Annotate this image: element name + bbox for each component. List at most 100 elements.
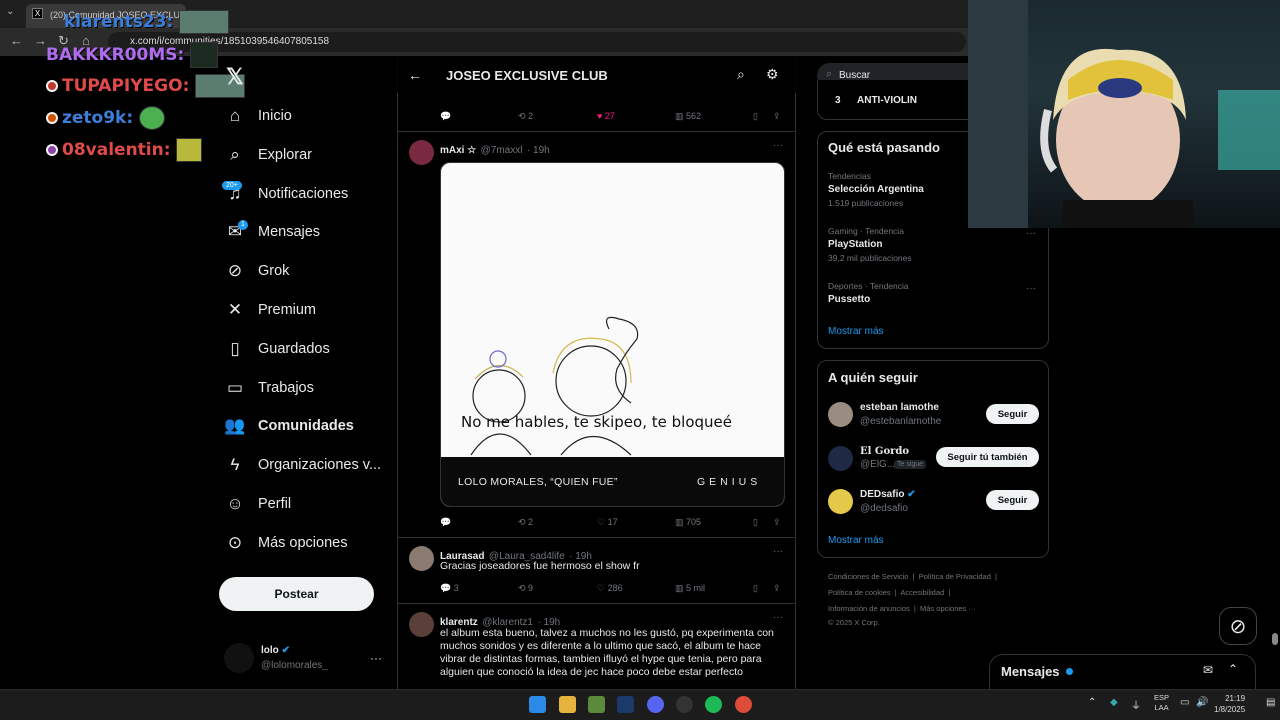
share-icon[interactable]: ⇪ xyxy=(773,583,781,594)
like-button[interactable]: ♡ 286 xyxy=(597,583,623,594)
back-arrow-icon[interactable]: ← xyxy=(408,67,422,83)
nav-notificaciones[interactable]: ♫ Notificaciones xyxy=(222,176,349,212)
like-button[interactable]: ♥ 27 xyxy=(597,111,615,121)
nav-inicio[interactable]: ⌂ Inicio xyxy=(222,98,292,134)
folder-icon[interactable] xyxy=(559,696,576,713)
chat-emote xyxy=(176,138,203,162)
trend-item[interactable]: Deportes · Tendencia Pussetto xyxy=(828,281,909,305)
reply-icon[interactable]: 💬 xyxy=(440,111,451,122)
ads-info-link[interactable]: Información de anuncios xyxy=(828,604,910,613)
reply-button[interactable]: 💬 3 xyxy=(440,583,459,594)
grok-floating-button[interactable]: ⊘ xyxy=(1219,607,1257,645)
language-indicator[interactable]: ESP LAA xyxy=(1154,693,1169,713)
expand-icon[interactable]: ⌃ xyxy=(1228,662,1238,676)
nav-mas-opciones[interactable]: ⊙ Más opciones xyxy=(222,525,348,561)
nav-explorar[interactable]: ⌕ Explorar xyxy=(222,137,312,173)
views-button[interactable]: ▥ 562 xyxy=(675,111,701,122)
obs-icon[interactable] xyxy=(676,696,693,713)
bookmark-icon[interactable]: ▯ xyxy=(753,517,758,528)
messages-drawer[interactable]: Mensajes ✉ ⌃ xyxy=(989,654,1256,689)
volume-icon[interactable]: 🔊 xyxy=(1196,697,1208,708)
follow-button[interactable]: Seguir xyxy=(986,404,1039,424)
nav-grok[interactable]: ⊘ Grok xyxy=(222,253,290,289)
cookies-link[interactable]: Política de cookies xyxy=(828,588,891,597)
top-item-label[interactable]: ANTI-VIOLIN xyxy=(857,95,917,106)
post-actions: 💬 3 ⟲ 9 ♡ 286 ▥ 5 mil ▯ ⇪ xyxy=(440,580,785,596)
retweet-button[interactable]: ⟲ 9 xyxy=(518,583,533,594)
trend-item[interactable]: Tendencias Selección Argentina 1.519 pub… xyxy=(828,171,924,208)
post-more-icon[interactable]: ··· xyxy=(773,140,783,151)
follow-button[interactable]: Seguir xyxy=(986,490,1039,510)
nav-guardados[interactable]: ▯ Guardados xyxy=(222,331,329,367)
microphone-icon[interactable]: ⏚ xyxy=(1131,697,1141,712)
trend-more-icon[interactable]: ··· xyxy=(1026,228,1036,239)
avatar[interactable] xyxy=(828,489,853,514)
post-author[interactable]: mAxi ☆ xyxy=(440,145,476,156)
retweet-button[interactable]: ⟲ 2 xyxy=(518,111,533,122)
account-avatar[interactable] xyxy=(224,643,254,673)
more-options-link[interactable]: Más opciones ··· xyxy=(920,604,976,613)
tab-list-icon[interactable]: ⌄ xyxy=(6,6,14,17)
post-button[interactable]: Postear xyxy=(219,577,374,611)
nav-trabajos[interactable]: ▭ Trabajos xyxy=(222,370,314,406)
x-logo-icon[interactable]: 𝕏 xyxy=(226,64,244,90)
views-button[interactable]: ▥ 5 mil xyxy=(675,583,705,594)
trend-more-icon[interactable]: ··· xyxy=(1026,283,1036,294)
back-icon[interactable]: ← xyxy=(10,33,23,48)
views-button[interactable]: ▥ 705 xyxy=(675,517,701,528)
like-count: 17 xyxy=(607,516,618,527)
network-icon[interactable]: ▭ xyxy=(1180,697,1189,708)
chrome-icon[interactable] xyxy=(735,696,752,713)
spotify-icon[interactable] xyxy=(705,696,722,713)
app-icon[interactable] xyxy=(588,696,605,713)
notifications-icon[interactable]: ▤ xyxy=(1266,697,1275,708)
reply-icon[interactable]: 💬 xyxy=(440,517,451,528)
search-icon[interactable]: ⌕ xyxy=(737,66,745,83)
share-icon[interactable]: ⇪ xyxy=(773,517,781,528)
nav-premium[interactable]: ✕ Premium xyxy=(222,292,316,328)
post-more-icon[interactable]: ··· xyxy=(773,612,783,623)
nav-perfil[interactable]: ☺ Perfil xyxy=(222,486,291,522)
follow-name[interactable]: El Gordo xyxy=(860,446,909,457)
follow-name[interactable]: esteban lamothe xyxy=(860,402,939,413)
url-input[interactable]: x.com/i/communities/1851039546407805158 xyxy=(108,32,966,52)
chat-emote xyxy=(190,42,219,68)
nav-organizaciones[interactable]: ϟ Organizaciones v... xyxy=(222,447,382,483)
follow-back-button[interactable]: Seguir tú también xyxy=(936,447,1039,467)
privacy-link[interactable]: Política de Privacidad xyxy=(919,572,991,581)
share-icon[interactable]: ⇪ xyxy=(773,111,781,122)
steam-icon[interactable] xyxy=(617,696,634,713)
post-more-icon[interactable]: ··· xyxy=(773,546,783,557)
start-icon[interactable] xyxy=(529,696,546,713)
chat-user: TUPAPIYEGO: xyxy=(62,76,190,96)
clock[interactable]: 21:19 1/8/2025 xyxy=(1214,693,1245,715)
terms-link[interactable]: Condiciones de Servicio xyxy=(828,572,908,581)
avatar[interactable] xyxy=(409,140,434,165)
discord-icon[interactable] xyxy=(647,696,664,713)
like-button[interactable]: ♡ 17 xyxy=(597,517,618,528)
retweet-button[interactable]: ⟲ 2 xyxy=(518,517,533,528)
bookmark-icon[interactable]: ▯ xyxy=(753,111,758,122)
follow-name[interactable]: DEDsafio ✔ xyxy=(860,489,916,500)
show-more-trends-link[interactable]: Mostrar más xyxy=(828,326,884,337)
new-message-icon[interactable]: ✉ xyxy=(1203,663,1213,677)
media-card[interactable]: No me hables, te skipeo, te bloqueé LOLO… xyxy=(440,162,785,507)
tray-expand-icon[interactable]: ⌃ xyxy=(1088,697,1096,708)
account-more-icon[interactable]: ··· xyxy=(370,651,382,665)
avatar[interactable] xyxy=(828,402,853,427)
trend-item[interactable]: Gaming · Tendencia PlayStation 39,2 mil … xyxy=(828,226,912,263)
nav-comunidades[interactable]: 👥 Comunidades xyxy=(222,408,353,444)
tray-app-icon[interactable]: ◆ xyxy=(1110,697,1118,708)
nav-mensajes[interactable]: ✉ Mensajes xyxy=(222,214,320,250)
settings-gear-icon[interactable]: ⚙ xyxy=(766,66,779,83)
scrollbar-thumb[interactable] xyxy=(1272,633,1278,645)
retweet-count: 9 xyxy=(528,582,534,593)
accessibility-link[interactable]: Accesibilidad xyxy=(900,588,944,597)
bookmark-icon[interactable]: ▯ xyxy=(753,583,758,594)
avatar[interactable] xyxy=(409,612,434,637)
account-name[interactable]: lolo ✔ xyxy=(261,645,290,656)
nav-label: Más opciones xyxy=(258,535,348,551)
avatar[interactable] xyxy=(409,546,434,571)
show-more-follow-link[interactable]: Mostrar más xyxy=(828,535,884,546)
avatar[interactable] xyxy=(828,446,853,471)
